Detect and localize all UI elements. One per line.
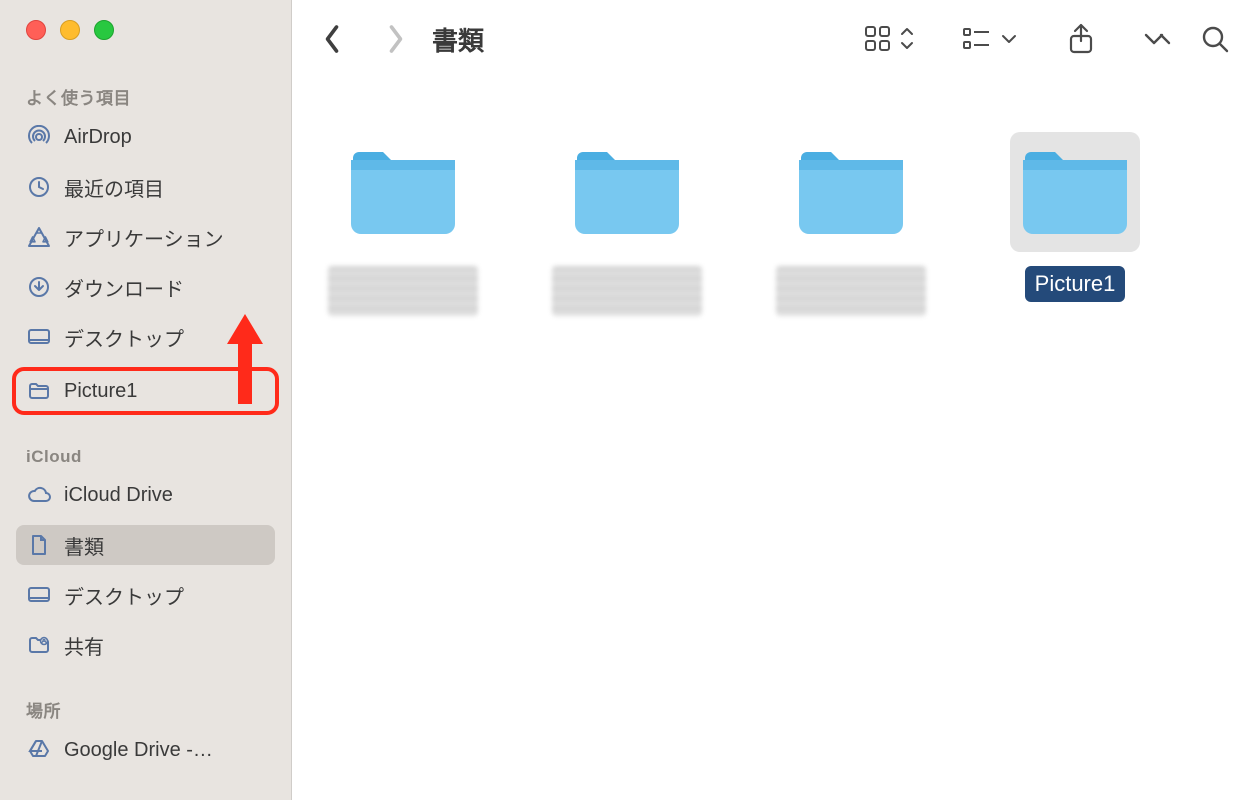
- desktop-icon: [26, 325, 52, 349]
- sidebar-item-label: アプリケーション: [64, 223, 224, 252]
- folder-item[interactable]: [776, 132, 926, 316]
- sidebar-item-label: iCloud Drive: [64, 484, 173, 507]
- search-button[interactable]: [1201, 25, 1229, 53]
- folder-grid: Picture1: [292, 78, 1259, 800]
- share-button[interactable]: [1067, 23, 1095, 55]
- fullscreen-window-button[interactable]: [94, 20, 114, 40]
- window-controls: [26, 20, 275, 40]
- folder-label-blurred: [776, 266, 926, 316]
- folder-icon: [26, 379, 52, 403]
- view-icons-button[interactable]: [865, 25, 915, 53]
- sidebar-item-デスクトップ[interactable]: デスクトップ: [16, 317, 275, 357]
- close-window-button[interactable]: [26, 20, 46, 40]
- sidebar-item-label: Picture1: [64, 380, 137, 403]
- airdrop-icon: [26, 125, 52, 149]
- folder-label: Picture1: [1025, 266, 1126, 302]
- apps-icon: [26, 225, 52, 249]
- folder-icon: [786, 132, 916, 252]
- shared-icon: [26, 633, 52, 657]
- sidebar-item-label: AirDrop: [64, 126, 132, 149]
- sidebar-item-google-drive--…[interactable]: Google Drive -…: [16, 730, 275, 770]
- sidebar-section-header: 場所: [26, 697, 275, 722]
- desktop-icon: [26, 583, 52, 607]
- sidebar-item-airdrop[interactable]: AirDrop: [16, 117, 275, 157]
- sidebar-section-header: iCloud: [26, 447, 275, 467]
- sidebar-item-デスクトップ[interactable]: デスクトップ: [16, 575, 275, 615]
- toolbar: 書類: [292, 0, 1259, 78]
- sidebar-section-header: よく使う項目: [26, 84, 275, 109]
- folder-icon: [338, 132, 468, 252]
- sidebar-item-アプリケーション[interactable]: アプリケーション: [16, 217, 275, 257]
- sidebar-item-label: デスクトップ: [64, 323, 184, 352]
- folder-item[interactable]: [552, 132, 702, 316]
- folder-icon: [562, 132, 692, 252]
- folder-icon: [1010, 132, 1140, 252]
- sidebar-item-label: 共有: [64, 631, 104, 660]
- sidebar-item-最近の項目[interactable]: 最近の項目: [16, 167, 275, 207]
- folder-item[interactable]: [328, 132, 478, 316]
- minimize-window-button[interactable]: [60, 20, 80, 40]
- sidebar-item-icloud-drive[interactable]: iCloud Drive: [16, 475, 275, 515]
- document-icon: [26, 533, 52, 557]
- folder-label-blurred: [328, 266, 478, 316]
- nav-back-button[interactable]: [322, 24, 342, 54]
- sidebar-item-picture1[interactable]: Picture1: [12, 367, 279, 415]
- finder-window: よく使う項目 AirDrop 最近の項目アプリケーションダウンロードデスクトップ Pi…: [0, 0, 1259, 800]
- sidebar-item-label: 最近の項目: [64, 173, 164, 202]
- more-button[interactable]: [1143, 29, 1171, 49]
- drive-icon: [26, 738, 52, 762]
- cloud-icon: [26, 483, 52, 507]
- download-icon: [26, 275, 52, 299]
- group-by-button[interactable]: [963, 25, 1019, 53]
- window-title: 書類: [432, 21, 484, 58]
- sidebar-item-書類[interactable]: 書類: [16, 525, 275, 565]
- sidebar-item-ダウンロード[interactable]: ダウンロード: [16, 267, 275, 307]
- folder-label-blurred: [552, 266, 702, 316]
- sidebar-item-label: ダウンロード: [64, 273, 184, 302]
- folder-item[interactable]: Picture1: [1000, 132, 1150, 302]
- sidebar-item-label: 書類: [64, 531, 104, 560]
- nav-forward-button[interactable]: [386, 24, 406, 54]
- main-area: 書類: [292, 0, 1259, 800]
- sidebar-item-label: Google Drive -…: [64, 739, 213, 762]
- clock-icon: [26, 175, 52, 199]
- sidebar: よく使う項目 AirDrop 最近の項目アプリケーションダウンロードデスクトップ Pi…: [0, 0, 292, 800]
- sidebar-item-label: デスクトップ: [64, 581, 184, 610]
- sidebar-item-共有[interactable]: 共有: [16, 625, 275, 665]
